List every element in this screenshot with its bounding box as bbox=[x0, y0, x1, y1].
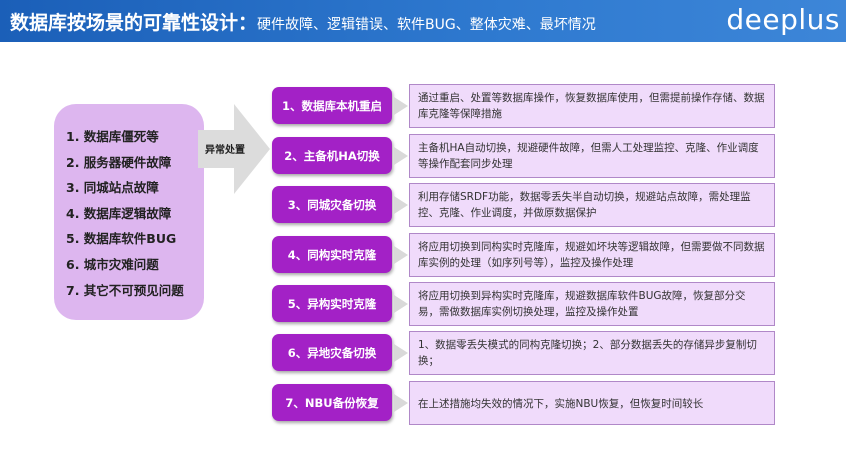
step-5-description: 将应用切换到异构实时克隆库，规避数据库软件BUG故障，恢复部分交易，需做数据库实… bbox=[409, 282, 775, 326]
chevron-right-icon bbox=[394, 147, 408, 165]
chevron-right-icon bbox=[394, 344, 408, 362]
fault-cause-item: 5. 数据库软件BUG bbox=[66, 231, 177, 247]
fault-cause-item: 3. 同城站点故障 bbox=[66, 180, 159, 196]
step-4-box: 4、同构实时克隆 bbox=[272, 236, 392, 273]
step-2-box: 2、主备机HA切换 bbox=[272, 137, 392, 174]
step-7-description: 在上述措施均失效的情况下，实施NBU恢复，但恢复时间较长 bbox=[409, 381, 775, 425]
step-3-box: 3、同城灾备切换 bbox=[272, 186, 392, 223]
header-bar: 数据库按场景的可靠性设计：硬件故障、逻辑错误、软件BUG、整体灾难、最坏情况 d… bbox=[0, 0, 846, 42]
chevron-right-icon bbox=[394, 97, 408, 115]
chevron-right-icon bbox=[394, 196, 408, 214]
fault-cause-item: 7. 其它不可预见问题 bbox=[66, 282, 184, 298]
fault-cause-item: 6. 城市灾难问题 bbox=[66, 256, 159, 272]
step-6-box: 6、异地灾备切换 bbox=[272, 334, 392, 371]
chevron-right-icon bbox=[394, 394, 408, 412]
fault-cause-item: 2. 服务器硬件故障 bbox=[66, 154, 172, 170]
chevron-right-icon bbox=[394, 295, 408, 313]
step-1-description: 通过重启、处置等数据库操作，恢复数据库使用，但需提前操作存储、数据库克隆等保障措… bbox=[409, 84, 775, 128]
fault-cause-item: 4. 数据库逻辑故障 bbox=[66, 205, 172, 221]
step-6-description: 1、数据零丢失模式的同构克隆切换；2、部分数据丢失的存储异步复制切换； bbox=[409, 331, 775, 375]
page-title-sub: 硬件故障、逻辑错误、软件BUG、整体灾难、最坏情况 bbox=[257, 17, 596, 33]
brand-logo: deeplus bbox=[726, 3, 840, 36]
step-7-box: 7、NBU备份恢复 bbox=[272, 384, 392, 421]
chevron-right-icon bbox=[394, 246, 408, 264]
arrow-label: 异常处置 bbox=[205, 145, 245, 156]
step-2-description: 主备机HA自动切换，规避硬件故障，但需人工处理监控、克隆、作业调度等操作配套同步… bbox=[409, 134, 775, 178]
step-1-box: 1、数据库本机重启 bbox=[272, 87, 392, 124]
fault-cause-item: 1. 数据库僵死等 bbox=[66, 129, 159, 144]
step-5-box: 5、异构实时克隆 bbox=[272, 285, 392, 322]
fault-causes-panel: 1. 数据库僵死等 2. 服务器硬件故障 3. 同城站点故障 4. 数据库逻辑故… bbox=[54, 104, 204, 320]
step-3-description: 利用存储SRDF功能，数据零丢失半自动切换，规避站点故障，需处理监控、克隆、作业… bbox=[409, 183, 775, 227]
step-4-description: 将应用切换到同构实时克隆库，规避如坏块等逻辑故障，但需要做不同数据库实例的处理（… bbox=[409, 233, 775, 277]
page-title-main: 数据库按场景的可靠性设计： bbox=[10, 12, 258, 34]
page-title: 数据库按场景的可靠性设计：硬件故障、逻辑错误、软件BUG、整体灾难、最坏情况 bbox=[10, 8, 596, 35]
